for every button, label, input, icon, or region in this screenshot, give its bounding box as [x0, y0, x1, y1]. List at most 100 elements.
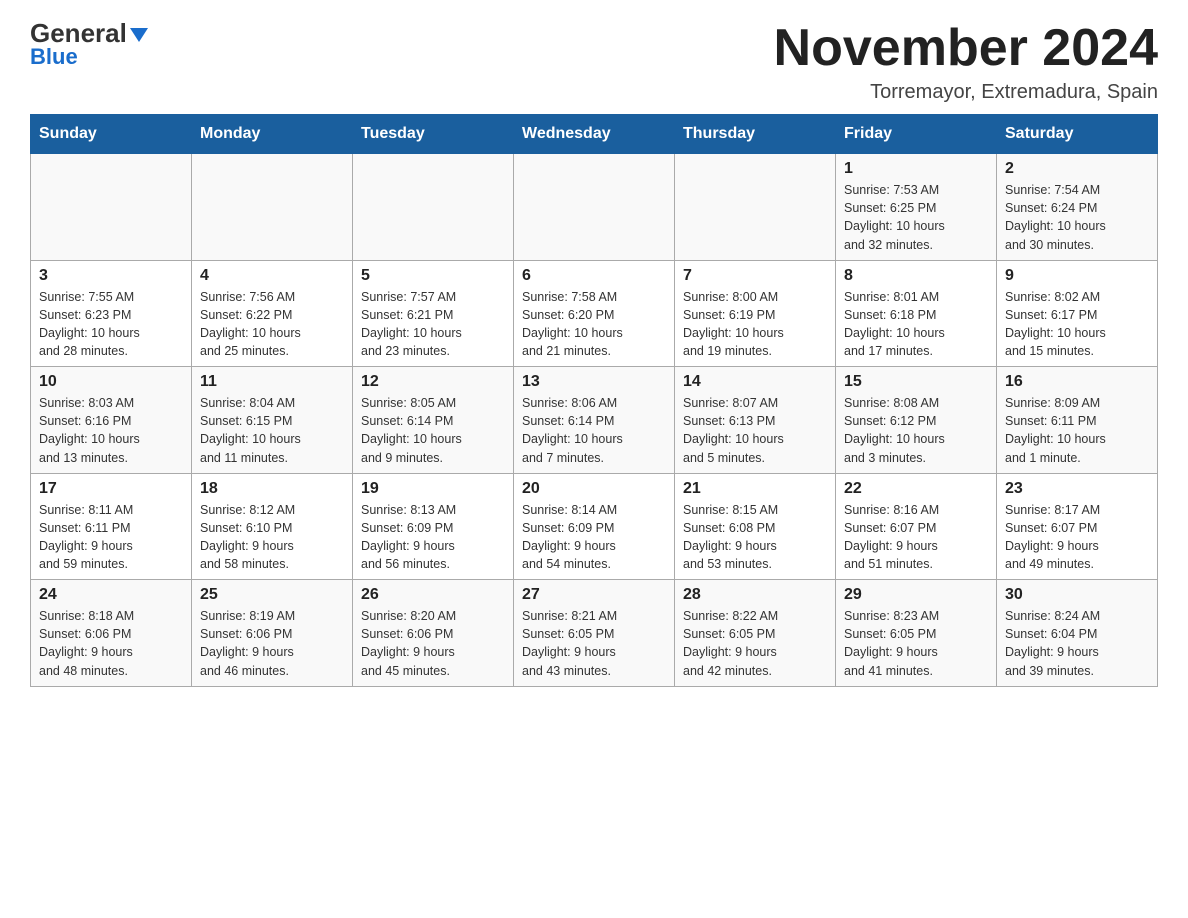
calendar-week-row: 1 Sunrise: 7:53 AM Sunset: 6:25 PM Daylig…	[31, 154, 1158, 261]
day-number: 28	[683, 586, 827, 604]
calendar-cell	[353, 154, 514, 261]
logo-general-text: General	[30, 20, 127, 46]
calendar-header-row: Sunday Monday Tuesday Wednesday Thursday…	[31, 115, 1158, 154]
calendar-cell: 12 Sunrise: 8:05 AM Sunset: 6:14 PM Dayli…	[353, 367, 514, 474]
page-header: General Blue November 2024 Torremayor, E…	[30, 20, 1158, 104]
day-info: Sunrise: 8:24 AM Sunset: 6:04 PM Dayligh…	[1005, 607, 1149, 680]
day-info: Sunrise: 8:08 AM Sunset: 6:12 PM Dayligh…	[844, 394, 988, 467]
day-number: 20	[522, 480, 666, 498]
day-info: Sunrise: 8:01 AM Sunset: 6:18 PM Dayligh…	[844, 288, 988, 361]
day-number: 1	[844, 160, 988, 178]
calendar-cell: 24Sunrise: 8:18 AM Sunset: 6:06 PM Dayli…	[31, 580, 192, 687]
day-info: Sunrise: 8:05 AM Sunset: 6:14 PM Dayligh…	[361, 394, 505, 467]
day-info: Sunrise: 8:18 AM Sunset: 6:06 PM Dayligh…	[39, 607, 183, 680]
calendar-cell: 28 Sunrise: 8:22 AM Sunset: 6:05 PM Dayli…	[675, 580, 836, 687]
day-number: 16	[1005, 373, 1149, 391]
calendar-cell: 21Sunrise: 8:15 AM Sunset: 6:08 PM Dayli…	[675, 473, 836, 580]
day-number: 26	[361, 586, 505, 604]
logo-triangle-icon	[130, 28, 148, 42]
day-number: 29	[844, 586, 988, 604]
day-number: 13	[522, 373, 666, 391]
day-info: Sunrise: 8:00 AM Sunset: 6:19 PM Dayligh…	[683, 288, 827, 361]
calendar-week-row: 24Sunrise: 8:18 AM Sunset: 6:06 PM Dayli…	[31, 580, 1158, 687]
col-monday: Monday	[192, 115, 353, 154]
day-number: 17	[39, 480, 183, 498]
day-number: 14	[683, 373, 827, 391]
col-wednesday: Wednesday	[514, 115, 675, 154]
day-number: 9	[1005, 267, 1149, 285]
day-number: 7	[683, 267, 827, 285]
calendar-cell: 3 Sunrise: 7:55 AM Sunset: 6:23 PM Daylig…	[31, 260, 192, 367]
calendar-cell: 15 Sunrise: 8:08 AM Sunset: 6:12 PM Dayli…	[836, 367, 997, 474]
calendar-cell: 13Sunrise: 8:06 AM Sunset: 6:14 PM Dayli…	[514, 367, 675, 474]
day-info: Sunrise: 8:07 AM Sunset: 6:13 PM Dayligh…	[683, 394, 827, 467]
col-saturday: Saturday	[997, 115, 1158, 154]
day-info: Sunrise: 8:21 AM Sunset: 6:05 PM Dayligh…	[522, 607, 666, 680]
day-number: 18	[200, 480, 344, 498]
location-text: Torremayor, Extremadura, Spain	[774, 81, 1158, 104]
calendar-week-row: 17Sunrise: 8:11 AM Sunset: 6:11 PM Dayli…	[31, 473, 1158, 580]
calendar-cell: 10Sunrise: 8:03 AM Sunset: 6:16 PM Dayli…	[31, 367, 192, 474]
day-number: 19	[361, 480, 505, 498]
day-number: 10	[39, 373, 183, 391]
day-number: 23	[1005, 480, 1149, 498]
day-info: Sunrise: 8:22 AM Sunset: 6:05 PM Dayligh…	[683, 607, 827, 680]
logo-blue-text: Blue	[30, 44, 78, 70]
calendar-cell: 23 Sunrise: 8:17 AM Sunset: 6:07 PM Dayli…	[997, 473, 1158, 580]
day-info: Sunrise: 7:56 AM Sunset: 6:22 PM Dayligh…	[200, 288, 344, 361]
calendar-cell: 25Sunrise: 8:19 AM Sunset: 6:06 PM Dayli…	[192, 580, 353, 687]
calendar-cell	[514, 154, 675, 261]
day-info: Sunrise: 8:16 AM Sunset: 6:07 PM Dayligh…	[844, 501, 988, 574]
day-number: 30	[1005, 586, 1149, 604]
day-number: 15	[844, 373, 988, 391]
day-info: Sunrise: 7:57 AM Sunset: 6:21 PM Dayligh…	[361, 288, 505, 361]
day-number: 6	[522, 267, 666, 285]
calendar-cell: 29Sunrise: 8:23 AM Sunset: 6:05 PM Dayli…	[836, 580, 997, 687]
month-title: November 2024	[774, 20, 1158, 77]
calendar-cell: 30 Sunrise: 8:24 AM Sunset: 6:04 PM Dayli…	[997, 580, 1158, 687]
calendar-cell	[192, 154, 353, 261]
calendar-week-row: 3 Sunrise: 7:55 AM Sunset: 6:23 PM Daylig…	[31, 260, 1158, 367]
day-info: Sunrise: 8:02 AM Sunset: 6:17 PM Dayligh…	[1005, 288, 1149, 361]
calendar-cell: 7 Sunrise: 8:00 AM Sunset: 6:19 PM Daylig…	[675, 260, 836, 367]
calendar-cell: 20 Sunrise: 8:14 AM Sunset: 6:09 PM Dayli…	[514, 473, 675, 580]
day-number: 21	[683, 480, 827, 498]
calendar-cell: 27 Sunrise: 8:21 AM Sunset: 6:05 PM Dayli…	[514, 580, 675, 687]
calendar-cell: 26 Sunrise: 8:20 AM Sunset: 6:06 PM Dayli…	[353, 580, 514, 687]
day-number: 3	[39, 267, 183, 285]
calendar-cell: 2 Sunrise: 7:54 AM Sunset: 6:24 PM Daylig…	[997, 154, 1158, 261]
calendar-cell: 11Sunrise: 8:04 AM Sunset: 6:15 PM Dayli…	[192, 367, 353, 474]
calendar-cell: 4Sunrise: 7:56 AM Sunset: 6:22 PM Daylig…	[192, 260, 353, 367]
day-info: Sunrise: 8:19 AM Sunset: 6:06 PM Dayligh…	[200, 607, 344, 680]
calendar-cell	[675, 154, 836, 261]
day-info: Sunrise: 7:55 AM Sunset: 6:23 PM Dayligh…	[39, 288, 183, 361]
calendar-cell: 1 Sunrise: 7:53 AM Sunset: 6:25 PM Daylig…	[836, 154, 997, 261]
calendar-table: Sunday Monday Tuesday Wednesday Thursday…	[30, 114, 1158, 687]
day-info: Sunrise: 8:04 AM Sunset: 6:15 PM Dayligh…	[200, 394, 344, 467]
calendar-cell: 9 Sunrise: 8:02 AM Sunset: 6:17 PM Daylig…	[997, 260, 1158, 367]
day-info: Sunrise: 7:53 AM Sunset: 6:25 PM Dayligh…	[844, 181, 988, 254]
title-section: November 2024 Torremayor, Extremadura, S…	[774, 20, 1158, 104]
day-info: Sunrise: 7:54 AM Sunset: 6:24 PM Dayligh…	[1005, 181, 1149, 254]
day-number: 2	[1005, 160, 1149, 178]
col-tuesday: Tuesday	[353, 115, 514, 154]
calendar-cell: 17Sunrise: 8:11 AM Sunset: 6:11 PM Dayli…	[31, 473, 192, 580]
calendar-cell: 22 Sunrise: 8:16 AM Sunset: 6:07 PM Dayli…	[836, 473, 997, 580]
day-number: 12	[361, 373, 505, 391]
day-info: Sunrise: 8:12 AM Sunset: 6:10 PM Dayligh…	[200, 501, 344, 574]
day-number: 27	[522, 586, 666, 604]
day-info: Sunrise: 7:58 AM Sunset: 6:20 PM Dayligh…	[522, 288, 666, 361]
col-thursday: Thursday	[675, 115, 836, 154]
calendar-cell: 8 Sunrise: 8:01 AM Sunset: 6:18 PM Daylig…	[836, 260, 997, 367]
day-info: Sunrise: 8:17 AM Sunset: 6:07 PM Dayligh…	[1005, 501, 1149, 574]
calendar-cell: 5Sunrise: 7:57 AM Sunset: 6:21 PM Daylig…	[353, 260, 514, 367]
calendar-cell: 6 Sunrise: 7:58 AM Sunset: 6:20 PM Daylig…	[514, 260, 675, 367]
calendar-week-row: 10Sunrise: 8:03 AM Sunset: 6:16 PM Dayli…	[31, 367, 1158, 474]
day-info: Sunrise: 8:20 AM Sunset: 6:06 PM Dayligh…	[361, 607, 505, 680]
calendar-cell	[31, 154, 192, 261]
day-info: Sunrise: 8:14 AM Sunset: 6:09 PM Dayligh…	[522, 501, 666, 574]
calendar-cell: 14 Sunrise: 8:07 AM Sunset: 6:13 PM Dayli…	[675, 367, 836, 474]
day-number: 8	[844, 267, 988, 285]
day-number: 22	[844, 480, 988, 498]
col-friday: Friday	[836, 115, 997, 154]
